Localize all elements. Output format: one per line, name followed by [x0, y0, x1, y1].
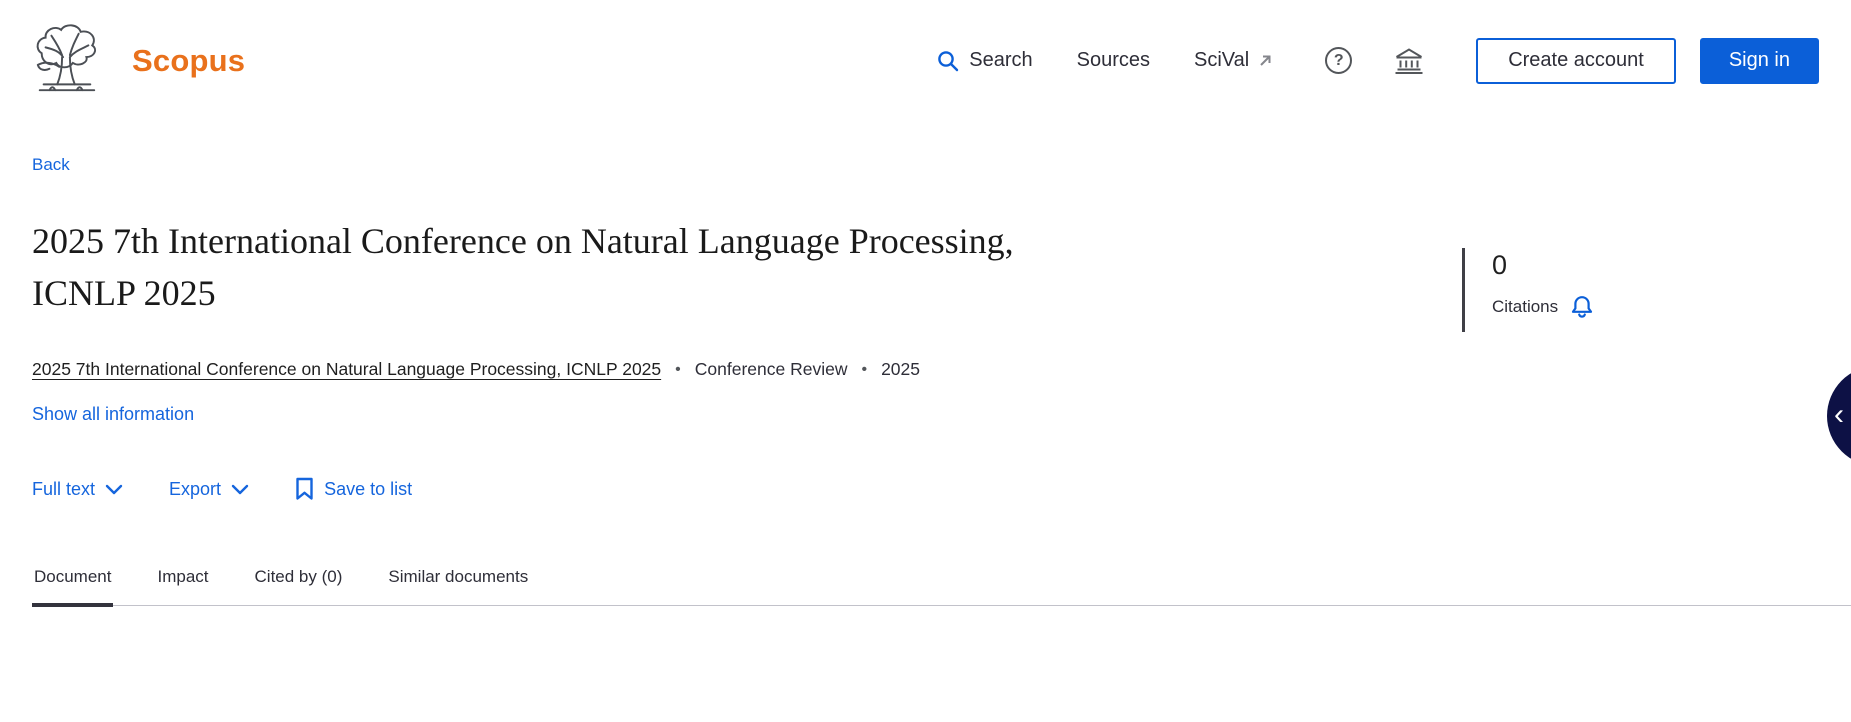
institution-button[interactable]: [1394, 47, 1424, 75]
scopus-logo[interactable]: Scopus: [30, 21, 245, 101]
export-label: Export: [169, 479, 221, 500]
save-to-list-button[interactable]: Save to list: [295, 477, 412, 501]
export-dropdown[interactable]: Export: [169, 479, 249, 500]
top-header: Scopus Search Sources SciVal ?: [0, 0, 1851, 117]
chevron-down-icon: [105, 484, 123, 495]
tab-document[interactable]: Document: [32, 563, 113, 607]
sign-in-button[interactable]: Sign in: [1700, 38, 1819, 84]
tab-impact[interactable]: Impact: [155, 563, 210, 607]
show-all-information-link[interactable]: Show all information: [32, 404, 194, 425]
nav-search[interactable]: Search: [936, 49, 1032, 73]
nav-sources-label: Sources: [1077, 49, 1150, 72]
nav-search-label: Search: [969, 49, 1032, 72]
source-title-link[interactable]: 2025 7th International Conference on Nat…: [32, 359, 661, 380]
full-text-label: Full text: [32, 479, 95, 500]
tab-similar-documents[interactable]: Similar documents: [386, 563, 530, 607]
chevron-down-icon: [231, 484, 249, 495]
elsevier-tree-icon: [30, 21, 102, 101]
action-toolbar: Full text Export Save to list: [32, 477, 1819, 501]
tab-cited-by[interactable]: Cited by (0): [253, 563, 345, 607]
help-icon: ?: [1325, 47, 1352, 74]
scopus-wordmark: Scopus: [132, 43, 245, 79]
nav-scival-label: SciVal: [1194, 49, 1249, 72]
external-link-icon: [1258, 53, 1273, 68]
meta-separator: •: [675, 361, 681, 379]
page-title: 2025 7th International Conference on Nat…: [32, 215, 1032, 319]
chevron-left-icon: ‹: [1834, 400, 1844, 430]
help-button[interactable]: ?: [1325, 47, 1352, 74]
full-text-dropdown[interactable]: Full text: [32, 479, 123, 500]
citation-alert-bell-icon[interactable]: [1570, 294, 1594, 320]
create-account-button[interactable]: Create account: [1476, 38, 1676, 84]
citations-count: 0: [1492, 250, 1594, 280]
citations-panel: 0 Citations: [1462, 248, 1594, 332]
document-year: 2025: [881, 359, 920, 380]
document-tabs: Document Impact Cited by (0) Similar doc…: [32, 563, 1851, 606]
main-nav: Search Sources SciVal: [936, 49, 1273, 73]
document-type: Conference Review: [695, 359, 848, 380]
meta-separator: •: [861, 361, 867, 379]
back-link[interactable]: Back: [32, 155, 70, 175]
header-utility-icons: ?: [1325, 47, 1424, 75]
nav-sources[interactable]: Sources: [1077, 49, 1150, 72]
search-icon: [936, 49, 960, 73]
citations-label: Citations: [1492, 297, 1558, 317]
document-meta: 2025 7th International Conference on Nat…: [32, 359, 1819, 380]
save-to-list-label: Save to list: [324, 479, 412, 500]
institution-icon: [1394, 47, 1424, 75]
nav-scival[interactable]: SciVal: [1194, 49, 1273, 72]
bookmark-icon: [295, 477, 314, 501]
